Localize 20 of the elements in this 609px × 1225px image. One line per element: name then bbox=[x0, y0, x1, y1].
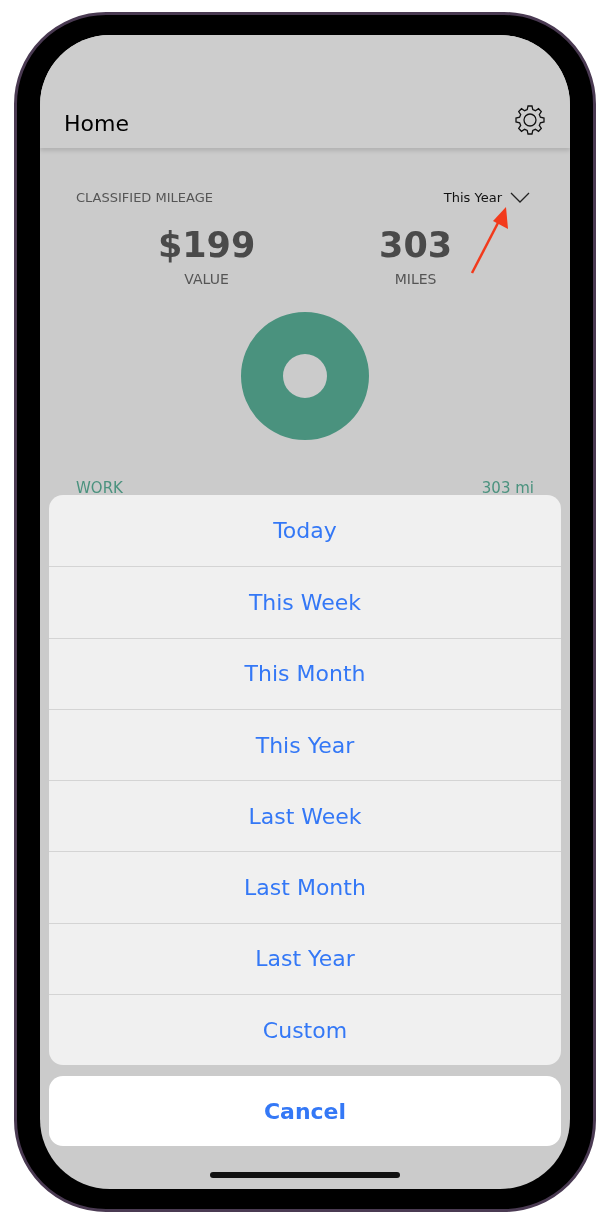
period-option[interactable]: Last Year bbox=[49, 922, 561, 995]
period-option[interactable]: This Week bbox=[49, 566, 561, 638]
stat-value: $199 bbox=[157, 225, 256, 265]
period-dropdown[interactable]: This Year bbox=[443, 190, 530, 205]
settings-icon[interactable] bbox=[514, 104, 546, 136]
cancel-button[interactable]: Cancel bbox=[49, 1076, 561, 1147]
stat-label: MILES bbox=[394, 271, 437, 287]
period-option[interactable]: This Year bbox=[49, 708, 561, 781]
period-option[interactable]: Custom bbox=[49, 994, 561, 1066]
period-option[interactable]: Today bbox=[49, 495, 561, 567]
stat-label: VALUE bbox=[184, 271, 229, 287]
chevron-down-icon bbox=[510, 192, 530, 203]
period-option[interactable]: Last Week bbox=[49, 780, 561, 852]
category-name: WORK bbox=[76, 479, 123, 497]
period-option[interactable]: This Month bbox=[49, 637, 561, 709]
stat-value: 303 bbox=[379, 225, 453, 265]
period-option[interactable]: Last Month bbox=[49, 851, 561, 923]
page-title: Home bbox=[64, 111, 129, 136]
section-title: CLASSIFIED MILEAGE bbox=[76, 190, 213, 205]
category-amount: 303 mi bbox=[481, 479, 534, 497]
